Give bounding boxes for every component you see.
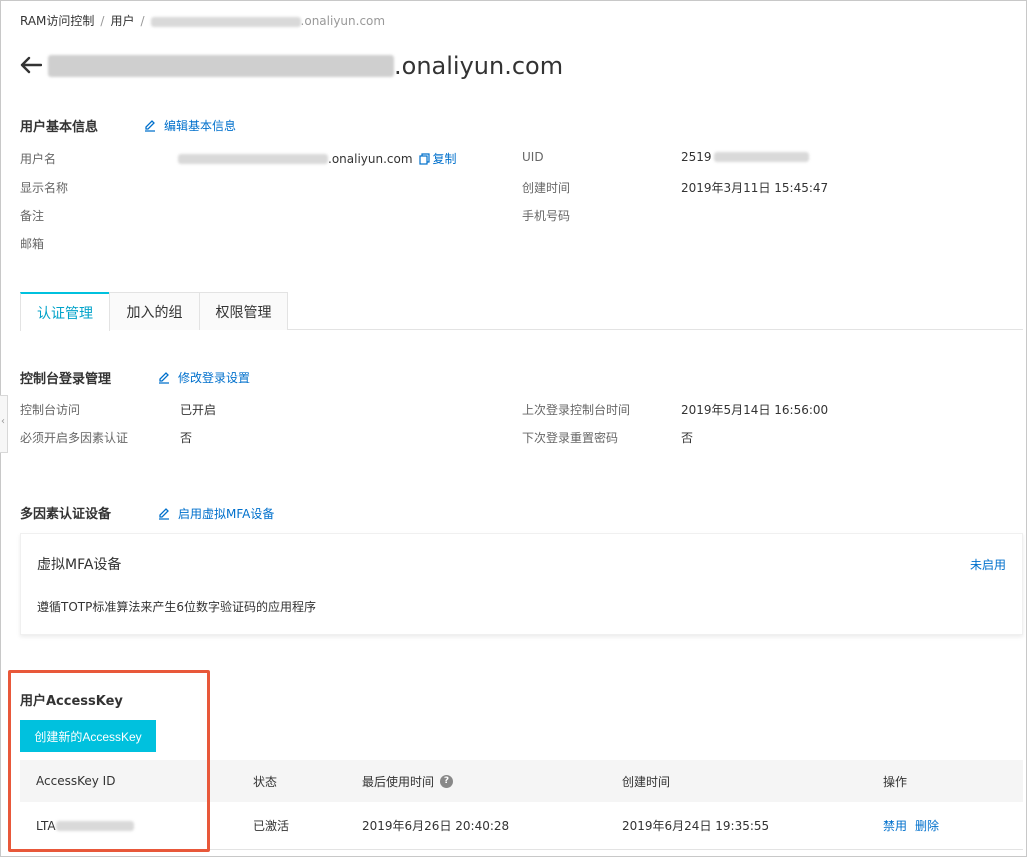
col-accesskey-id: AccessKey ID: [36, 774, 116, 788]
chevron-left-icon: ‹: [1, 416, 5, 427]
table-header: AccessKey ID 状态 最后使用时间 ? 创建时间 操作: [20, 760, 1023, 802]
breadcrumb-sep: /: [100, 14, 105, 28]
virtual-mfa-status[interactable]: 未启用: [970, 556, 1006, 573]
accesskey-id-redacted: [55, 820, 134, 831]
breadcrumb-ram[interactable]: RAM访问控制: [20, 14, 94, 28]
col-last-used: 最后使用时间 ?: [362, 773, 454, 790]
title-user-redacted: [48, 55, 394, 77]
username-domain: .onaliyun.com: [328, 151, 413, 166]
create-accesskey-button[interactable]: 创建新的AccessKey: [20, 720, 156, 752]
accesskey-created: 2019年6月24日 19:35:55: [622, 819, 770, 833]
sidebar-collapse-handle[interactable]: ‹: [0, 395, 8, 453]
username-redacted: [178, 153, 328, 164]
edit-login-settings-label: 修改登录设置: [178, 371, 251, 385]
accesskey-actions: 禁用 删除: [883, 817, 947, 834]
breadcrumb-user-redacted: [150, 16, 301, 27]
mfa-required-value: 否: [180, 431, 193, 445]
accesskey-id-prefix: LTA: [36, 818, 56, 833]
uid-value: 2519: [681, 150, 809, 164]
tab-permissions[interactable]: 权限管理: [199, 292, 288, 330]
disable-accesskey-link[interactable]: 禁用: [883, 817, 907, 834]
col-status: 状态: [253, 774, 278, 789]
virtual-mfa-description: 遵循TOTP标准算法来产生6位数字验证码的应用程序: [37, 600, 316, 614]
console-login-title: 控制台登录管理: [20, 372, 112, 387]
accesskey-last-used: 2019年6月26日 20:40:28: [362, 819, 510, 833]
delete-accesskey-link[interactable]: 删除: [915, 817, 939, 834]
accesskey-table: AccessKey ID 状态 最后使用时间 ? 创建时间 操作 LTA 已激活…: [20, 760, 1023, 850]
username-value: .onaliyun.com 复制: [178, 150, 457, 167]
edit-basic-info-label: 编辑基本信息: [164, 119, 237, 133]
display-name-label: 显示名称: [20, 181, 69, 195]
enable-mfa-link[interactable]: 启用虚拟MFA设备: [158, 505, 274, 522]
email-label: 邮箱: [20, 237, 45, 251]
copy-label: 复制: [432, 152, 457, 166]
last-login-label: 上次登录控制台时间: [522, 403, 631, 417]
tab-authentication[interactable]: 认证管理: [20, 292, 110, 331]
uid-label: UID: [522, 150, 544, 164]
phone-label: 手机号码: [522, 209, 571, 223]
virtual-mfa-title: 虚拟MFA设备: [37, 557, 122, 573]
arrow-left-icon[interactable]: [20, 54, 43, 78]
col-actions: 操作: [883, 774, 908, 789]
console-access-value: 已开启: [180, 403, 217, 417]
col-created: 创建时间: [622, 774, 671, 789]
edit-icon: [159, 507, 169, 520]
uid-redacted: [713, 152, 809, 162]
remark-label: 备注: [20, 209, 45, 223]
virtual-mfa-card: 虚拟MFA设备 未启用 遵循TOTP标准算法来产生6位数字验证码的应用程序: [20, 533, 1023, 635]
enable-mfa-label: 启用虚拟MFA设备: [178, 507, 275, 521]
mfa-section-title: 多因素认证设备: [20, 507, 112, 522]
created-time-label: 创建时间: [522, 181, 571, 195]
reset-password-label: 下次登录重置密码: [522, 431, 619, 445]
copy-username-button[interactable]: 复制: [418, 150, 457, 167]
mfa-required-label: 必须开启多因素认证: [20, 431, 129, 445]
uid-prefix: 2519: [681, 150, 712, 164]
edit-icon: [159, 371, 169, 384]
last-login-value: 2019年5月14日 16:56:00: [681, 403, 829, 417]
breadcrumb: RAM访问控制 / 用户 / .onaliyun.com: [20, 12, 385, 29]
edit-basic-info-link[interactable]: 编辑基本信息: [144, 117, 236, 134]
tab-bar: 认证管理 加入的组 权限管理: [20, 292, 1023, 331]
col-last-used-label: 最后使用时间: [362, 774, 435, 789]
help-icon[interactable]: ?: [440, 774, 454, 788]
edit-login-settings-link[interactable]: 修改登录设置: [158, 369, 250, 386]
table-row: LTA 已激活 2019年6月26日 20:40:28 2019年6月24日 1…: [20, 802, 1023, 850]
breadcrumb-current: .onaliyun.com: [300, 14, 386, 28]
tab-groups[interactable]: 加入的组: [109, 292, 200, 330]
edit-icon: [145, 119, 155, 132]
breadcrumb-sep: /: [140, 14, 145, 28]
username-label: 用户名: [20, 152, 57, 166]
accesskey-section-title: 用户AccessKey: [20, 694, 123, 709]
title-domain: .onaliyun.com: [394, 52, 564, 80]
breadcrumb-users[interactable]: 用户: [110, 14, 134, 28]
basic-info-title: 用户基本信息: [20, 120, 99, 135]
console-access-label: 控制台访问: [20, 403, 81, 417]
accesskey-id: LTA: [36, 819, 134, 833]
accesskey-status: 已激活: [253, 819, 290, 833]
copy-icon: [418, 152, 430, 165]
reset-password-value: 否: [681, 431, 694, 445]
page-title: .onaliyun.com: [20, 48, 563, 84]
created-time-value: 2019年3月11日 15:45:47: [681, 181, 829, 195]
